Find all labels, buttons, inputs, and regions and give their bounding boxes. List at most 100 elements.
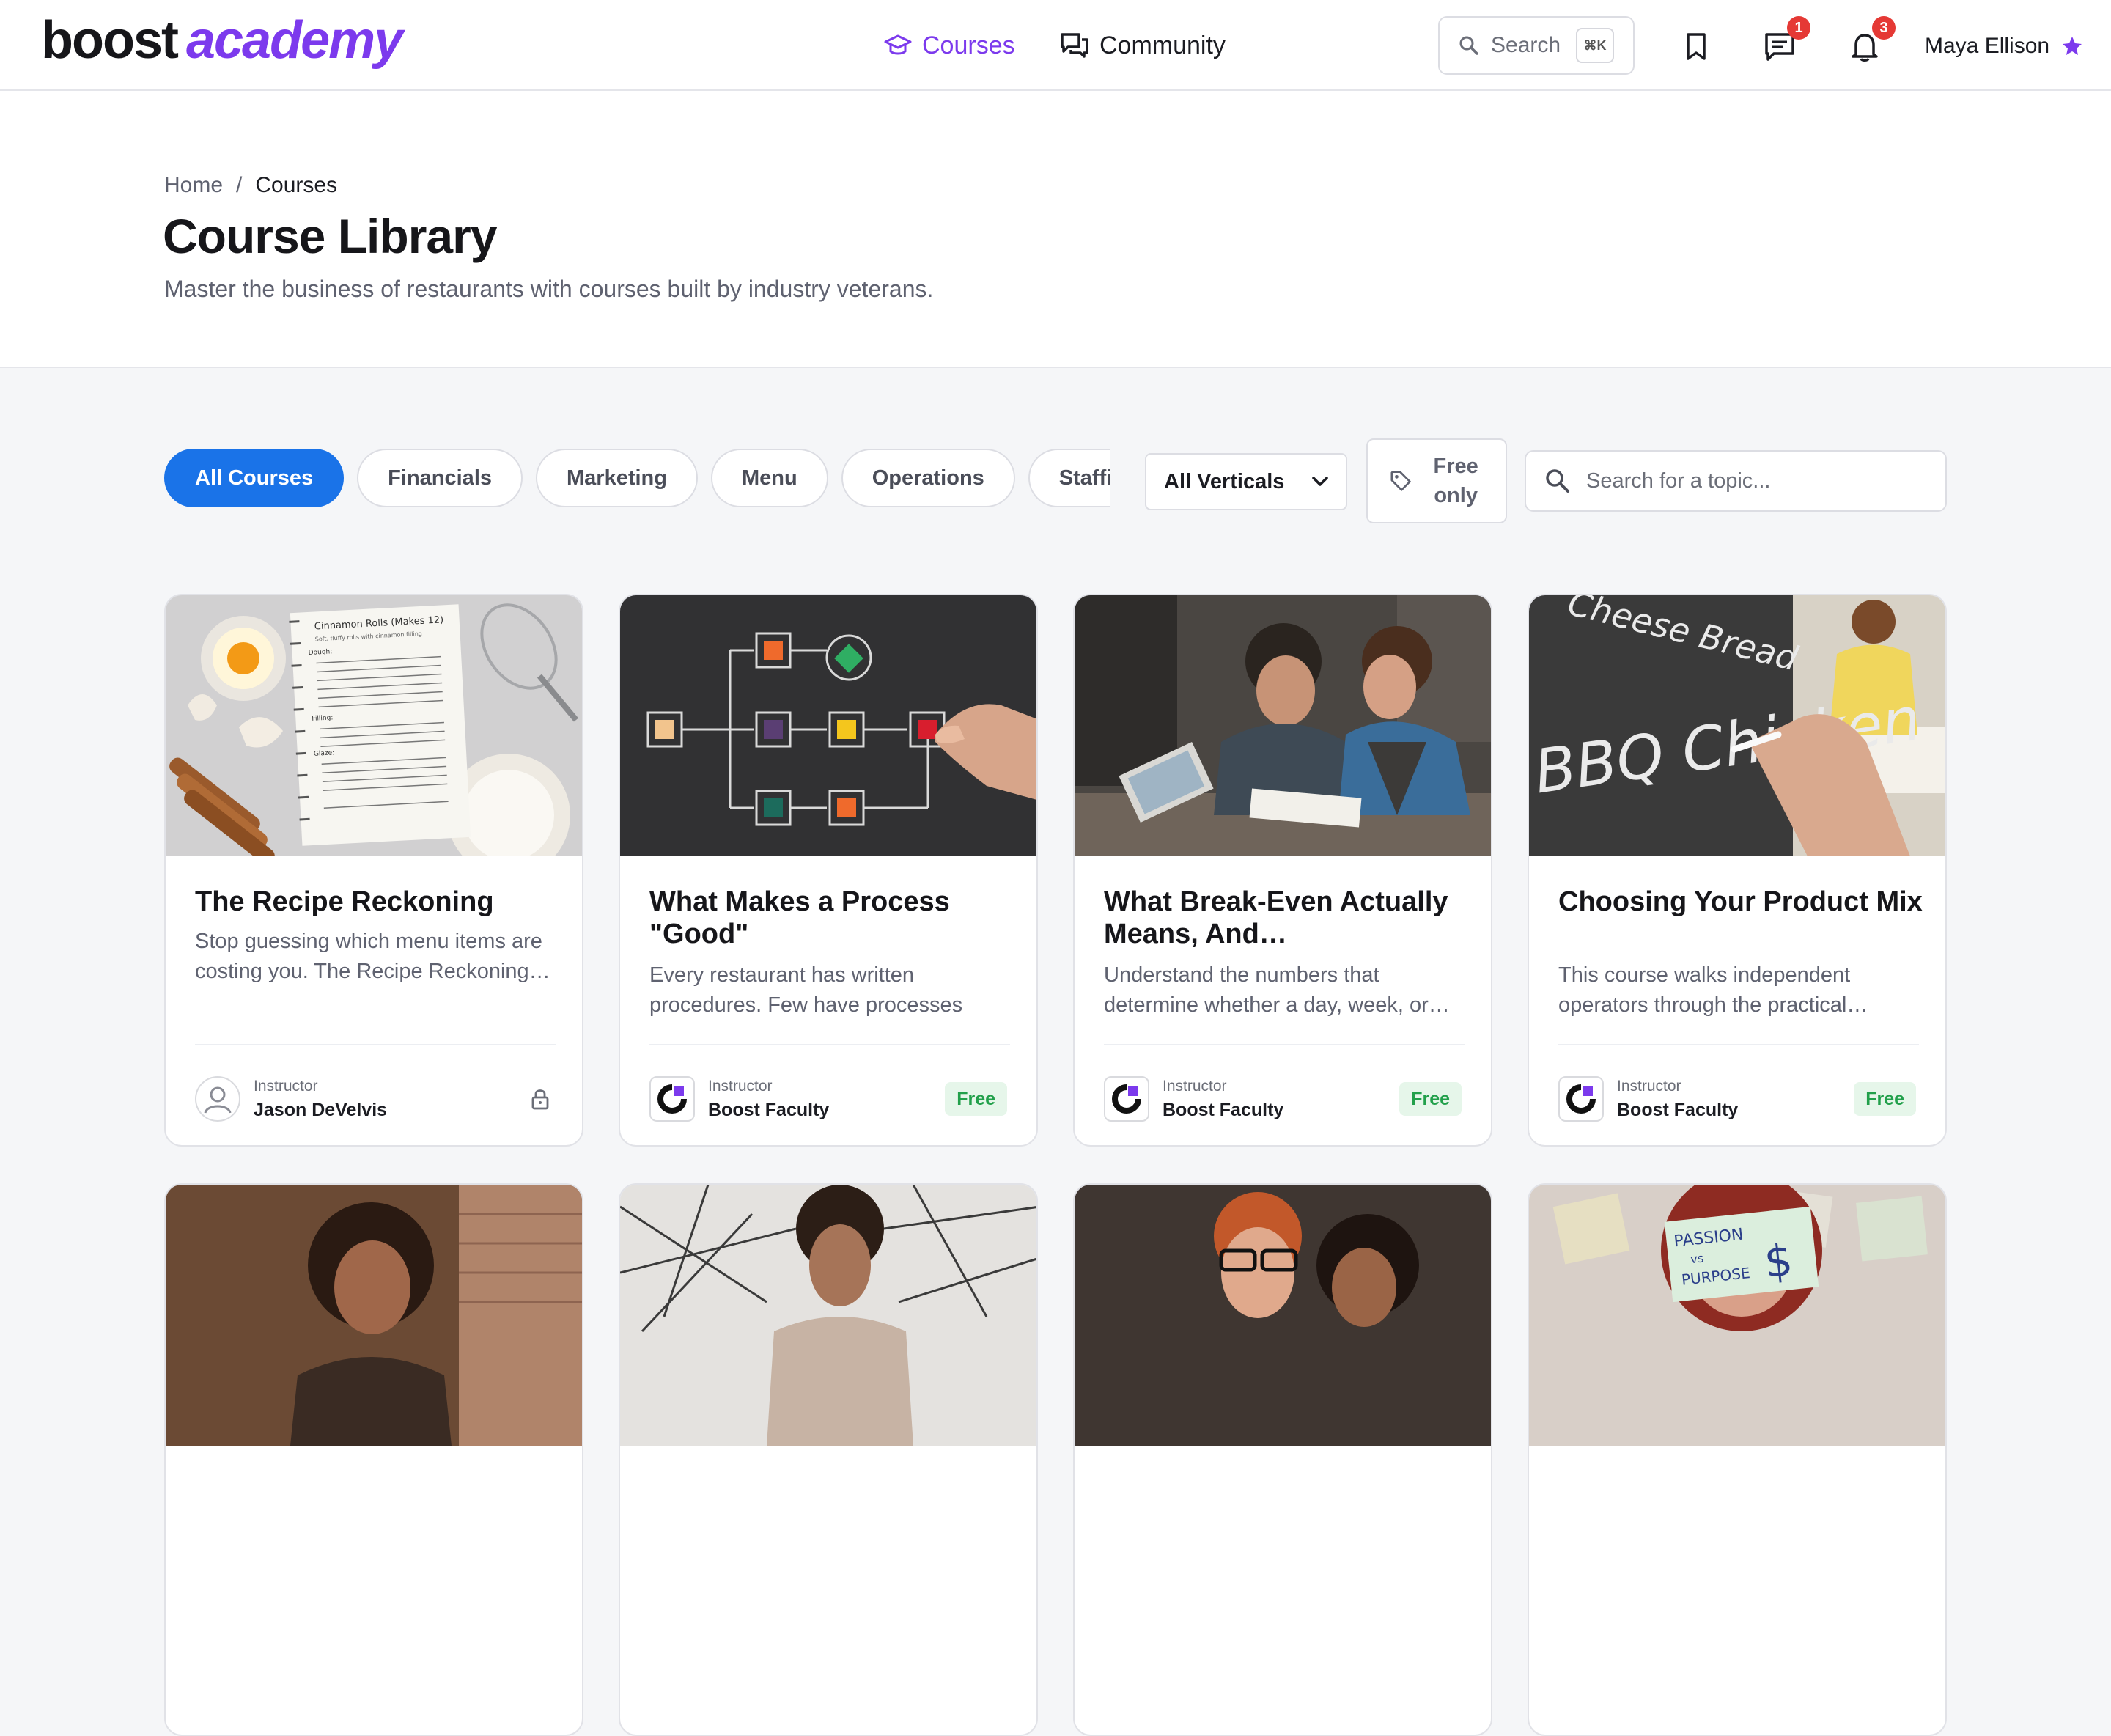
- instructor-name: Boost Faculty: [1617, 1100, 1739, 1120]
- course-thumbnail: [620, 1185, 1036, 1446]
- course-title[interactable]: What Break-Even Actually Means, And…: [1104, 886, 1470, 950]
- course-thumbnail: [166, 1185, 582, 1446]
- chevron-down-icon: [1312, 477, 1328, 486]
- breadcrumb-current: Courses: [255, 173, 338, 197]
- course-card[interactable]: PASSION vs PURPOSE $: [1528, 1183, 1947, 1736]
- global-search-placeholder: Search: [1491, 33, 1561, 57]
- course-card[interactable]: Cheese Bread BBQ Chicken Choosing Your P…: [1528, 594, 1947, 1147]
- category-chips: All Courses Financials Marketing Menu Op…: [164, 447, 1110, 509]
- user-icon: [204, 1086, 232, 1114]
- instructor-label: Instructor: [254, 1078, 318, 1095]
- messages-button[interactable]: 1: [1758, 16, 1810, 69]
- course-description: Understand the numbers that determine wh…: [1104, 963, 1450, 1017]
- course-card[interactable]: What Makes a Process "Good" Every restau…: [619, 594, 1038, 1147]
- messages-count-badge: 1: [1787, 16, 1810, 40]
- nav-community-label: Community: [1099, 31, 1226, 59]
- free-badge: Free: [1399, 1082, 1462, 1116]
- card-divider: [1104, 1044, 1465, 1045]
- topic-search[interactable]: [1525, 450, 1947, 512]
- star-icon: [2063, 37, 2082, 55]
- verticals-select[interactable]: All Verticals: [1145, 453, 1347, 510]
- brand-word-boost: boost: [41, 11, 179, 70]
- notifications-count-badge: 3: [1872, 16, 1896, 40]
- search-shortcut-key: ⌘K: [1576, 28, 1614, 63]
- boost-logo-icon: [1112, 1084, 1141, 1114]
- course-thumbnail-sticky-notes: PASSION vs PURPOSE $: [1529, 1185, 1945, 1446]
- page-header: Home / Courses Course Library Master the…: [0, 91, 2111, 368]
- breadcrumb: Home / Courses: [164, 173, 337, 198]
- recipe-dough-label: Dough:: [308, 648, 332, 657]
- instructor-label: Instructor: [708, 1078, 773, 1095]
- instructor-name: Jason DeVelvis: [254, 1100, 388, 1120]
- card-divider: [1558, 1044, 1919, 1045]
- course-title[interactable]: Choosing Your Product Mix: [1558, 886, 1925, 918]
- course-card[interactable]: Cinnamon Rolls (Makes 12) Soft, fluffy r…: [164, 594, 583, 1147]
- course-description: Stop guessing which menu items are costi…: [195, 930, 550, 983]
- chip-staffing[interactable]: Staffing: [1028, 449, 1110, 507]
- course-card[interactable]: [1073, 1183, 1492, 1736]
- bookmarks-button[interactable]: [1674, 25, 1718, 69]
- user-menu[interactable]: Maya Ellison: [1925, 28, 2083, 65]
- free-only-toggle[interactable]: Free only: [1366, 438, 1507, 523]
- card-divider: [195, 1044, 556, 1045]
- free-badge: Free: [1854, 1082, 1916, 1116]
- course-thumbnail: [1075, 1185, 1491, 1446]
- course-thumbnail-process: [620, 595, 1036, 856]
- course-card[interactable]: [619, 1183, 1038, 1736]
- brand-word-academy: academy: [185, 11, 403, 70]
- bookmark-icon: [1687, 33, 1706, 60]
- course-title[interactable]: What Makes a Process "Good": [649, 886, 1016, 950]
- course-description: This course walks independent operators …: [1558, 963, 1868, 1017]
- global-search[interactable]: Search ⌘K: [1438, 16, 1635, 75]
- course-description: Every restaurant has written procedures.…: [649, 963, 963, 1017]
- nav-community[interactable]: Community: [1060, 25, 1226, 66]
- free-only-label: Free only: [1433, 455, 1478, 507]
- boost-logo-icon: [657, 1084, 687, 1114]
- notifications-button[interactable]: 3: [1843, 16, 1896, 69]
- brand-logo[interactable]: boost academy: [41, 10, 403, 76]
- course-thumbnail-recipe: Cinnamon Rolls (Makes 12) Soft, fluffy r…: [166, 595, 582, 856]
- verticals-select-value: All Verticals: [1164, 469, 1285, 493]
- chip-marketing[interactable]: Marketing: [536, 449, 698, 507]
- breadcrumb-separator: /: [236, 173, 243, 197]
- lock-icon: [531, 1089, 549, 1110]
- course-card[interactable]: [164, 1183, 583, 1736]
- topic-search-input[interactable]: [1586, 468, 1923, 493]
- course-card[interactable]: What Break-Even Actually Means, And… Und…: [1073, 594, 1492, 1147]
- nav-courses[interactable]: Courses: [884, 25, 1015, 66]
- search-icon: [1459, 36, 1478, 55]
- instructor-name: Boost Faculty: [1163, 1100, 1284, 1120]
- nav-courses-label: Courses: [922, 31, 1015, 59]
- chip-menu[interactable]: Menu: [710, 449, 828, 507]
- chip-all-courses[interactable]: All Courses: [164, 449, 345, 507]
- graduation-cap-icon: [884, 34, 912, 55]
- instructor-name: Boost Faculty: [708, 1100, 830, 1120]
- instructor-avatar: [1558, 1076, 1604, 1122]
- free-badge: Free: [945, 1082, 1007, 1116]
- instructor-avatar: [649, 1076, 695, 1122]
- course-thumbnail-breakeven: [1075, 595, 1491, 856]
- search-icon: [1546, 469, 1569, 493]
- tag-icon: [1390, 471, 1411, 491]
- instructor-label: Instructor: [1163, 1078, 1227, 1095]
- page-title: Course Library: [163, 209, 497, 263]
- top-nav: boost academy Courses Community Search ⌘…: [0, 0, 2111, 91]
- instructor-avatar: [195, 1076, 240, 1122]
- course-title[interactable]: The Recipe Reckoning: [195, 886, 561, 918]
- sticky-dollar: $: [1762, 1235, 1795, 1289]
- forum-icon: [1061, 33, 1088, 58]
- card-divider: [649, 1044, 1010, 1045]
- instructor-label: Instructor: [1617, 1078, 1681, 1095]
- recipe-filling-label: Filling:: [312, 714, 333, 723]
- course-thumbnail-product-mix: Cheese Bread BBQ Chicken: [1529, 595, 1945, 856]
- instructor-avatar: [1104, 1076, 1149, 1122]
- breadcrumb-home[interactable]: Home: [164, 173, 223, 198]
- user-name: Maya Ellison: [1925, 34, 2050, 58]
- bell-icon: [1852, 34, 1878, 62]
- chip-operations[interactable]: Operations: [841, 449, 1015, 507]
- page-subtitle: Master the business of restaurants with …: [164, 276, 934, 302]
- recipe-glaze-label: Glaze:: [314, 749, 335, 757]
- sticky-line2: vs: [1690, 1251, 1704, 1267]
- chip-financials[interactable]: Financials: [357, 449, 523, 507]
- boost-logo-icon: [1566, 1084, 1596, 1114]
